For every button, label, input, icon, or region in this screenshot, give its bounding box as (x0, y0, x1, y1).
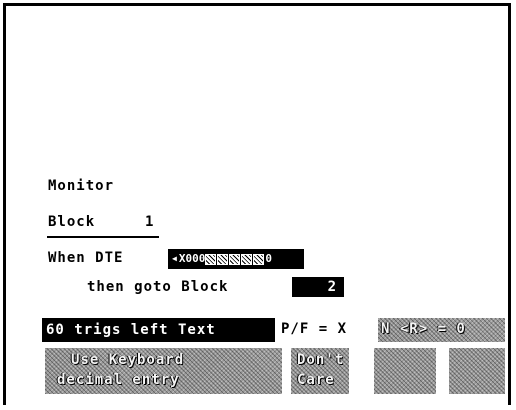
softkey-line1: Use Keyboard (71, 352, 185, 368)
frame-gap (388, 399, 508, 405)
block-underline (47, 236, 159, 238)
blank-softkey-4[interactable] (449, 348, 505, 394)
dte-bit-box[interactable] (241, 253, 253, 265)
dte-bit-box[interactable] (253, 253, 265, 265)
dte-bit-box[interactable] (205, 253, 217, 265)
block-label: Block (48, 214, 96, 230)
dte-prefix: X000 (178, 252, 206, 265)
screen-frame (3, 3, 511, 405)
softkey-line2: Care (297, 372, 335, 388)
nr-status-box: N <R> = 0 (378, 318, 505, 342)
dte-suffix: 0 (265, 252, 272, 265)
when-dte-label: When DTE (48, 250, 124, 266)
softkey-line1: Don't (297, 352, 345, 368)
then-goto-label: then goto Block (87, 279, 229, 295)
trigs-left-status: 60 trigs left Text (42, 318, 275, 342)
monitor-title: Monitor (48, 178, 115, 194)
pf-status: P/F = X (281, 321, 348, 337)
softkey-line2: decimal entry (57, 372, 180, 388)
cursor-marker-icon: ◀ (172, 254, 177, 263)
dte-pattern-field[interactable]: ◀ X000 0 (168, 249, 304, 269)
block-number: 1 (145, 214, 155, 230)
dte-bit-box[interactable] (217, 253, 229, 265)
dont-care-softkey[interactable]: Don't Care (291, 348, 349, 394)
nr-status-text: N <R> = 0 (381, 321, 466, 337)
goto-block-field[interactable]: 2 (292, 277, 344, 297)
dte-bit-box[interactable] (229, 253, 241, 265)
blank-softkey-3[interactable] (374, 348, 436, 394)
keyboard-entry-softkey[interactable]: Use Keyboard decimal entry (45, 348, 282, 394)
